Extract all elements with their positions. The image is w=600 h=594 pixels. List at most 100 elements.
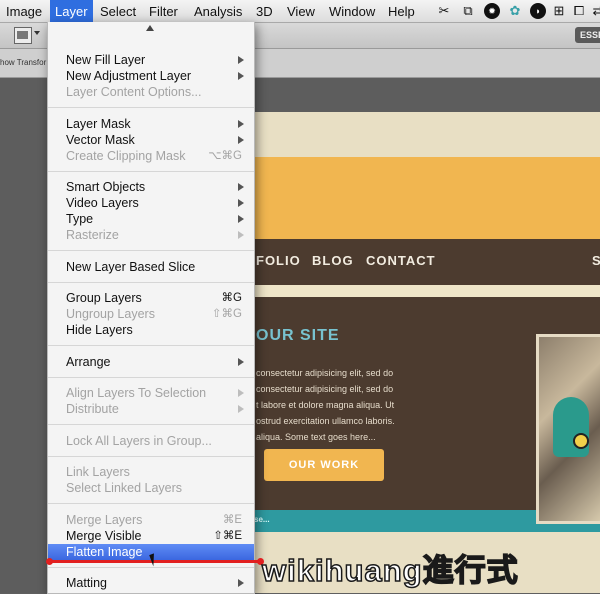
menu-item-label: Select Linked Layers (66, 481, 183, 495)
menu-separator (48, 345, 254, 346)
menu-item-ungroup-layers: Ungroup Layers ⇧⌘G (48, 306, 254, 322)
puzzle-icon[interactable]: ⧉ (460, 3, 476, 19)
arrows-icon[interactable]: ⇄ (590, 3, 600, 19)
menu-3d[interactable]: 3D (251, 0, 278, 22)
menu-item-matting[interactable]: Matting (48, 575, 254, 591)
site-header-band (236, 157, 600, 239)
menu-item-label: Layer Mask (66, 116, 131, 131)
menu-item-label: New Fill Layer (66, 53, 146, 67)
menu-item-label: Create Clipping Mask (66, 148, 186, 163)
grid-icon[interactable]: ⊞ (551, 3, 567, 19)
menu-item-smart-objects[interactable]: Smart Objects (48, 179, 254, 195)
menu-item-label: Arrange (66, 354, 111, 369)
menu-view[interactable]: View (282, 0, 320, 22)
menu-item-label: Vector Mask (66, 132, 135, 147)
menubar: Image Layer Select Filter Analysis 3D Vi… (0, 0, 600, 23)
menu-item-shortcut: ⇧⌘E (213, 529, 242, 542)
nav-search: S (592, 253, 600, 268)
menu-item-merge-visible[interactable]: Merge Visible ⇧⌘E (48, 528, 254, 544)
submenu-arrow-icon (238, 357, 244, 366)
hero-line: consectetur adipisicing elit, sed do (256, 368, 394, 378)
hero-line: ostrud exercitation ullamco laboris. (256, 416, 395, 426)
menu-item-label: Hide Layers (66, 323, 133, 337)
menu-separator (48, 170, 254, 172)
menu-item-shortcut: ⌥⌘G (208, 149, 242, 162)
menu-item-new-fill-layer[interactable]: New Fill Layer (48, 52, 254, 68)
menu-item-arrange[interactable]: Arrange (48, 354, 254, 370)
menu-item-label: New Adjustment Layer (66, 69, 192, 83)
menu-item-label: Video Layers (66, 196, 139, 210)
menu-separator (48, 455, 254, 457)
menu-separator (48, 107, 254, 108)
menu-item-vector-mask[interactable]: Vector Mask (48, 132, 254, 148)
menu-item-lock-all-layers-in-group: Lock All Layers in Group... (48, 433, 254, 449)
shield-icon[interactable]: ◗ (530, 3, 546, 19)
menu-item-label: Link Layers (66, 465, 130, 479)
window-icon[interactable]: ⧠ (571, 3, 587, 19)
menu-help[interactable]: Help (383, 0, 420, 22)
menu-item-layer-content-options: Layer Content Options... (48, 84, 254, 100)
layer-menu-dropdown: New Fill Layer New Adjustment Layer Layer … (47, 22, 255, 594)
menu-separator (48, 376, 254, 378)
menu-analysis[interactable]: Analysis (189, 0, 247, 22)
menu-filter[interactable]: Filter (144, 0, 183, 22)
menu-item-label: Distribute (66, 402, 119, 416)
menu-item-label: New Layer Based Slice (66, 259, 196, 274)
menu-item-shortcut: ⇧⌘G (211, 308, 242, 320)
menu-item-label: Merge Visible (66, 528, 142, 543)
tool-preset-icon[interactable] (14, 27, 32, 44)
menu-item-select-linked-layers: Select Linked Layers (48, 480, 254, 496)
submenu-arrow-icon (238, 135, 244, 144)
nav-contact: CONTACT (366, 253, 436, 268)
menu-item-type[interactable]: Type (48, 211, 254, 227)
menu-item-hide-layers[interactable]: Hide Layers (48, 322, 254, 338)
menu-separator (48, 566, 254, 568)
hero-line: t labore et dolore magna aliqua. Ut (256, 400, 395, 410)
menu-image[interactable]: Image (1, 0, 47, 22)
menu-item-label: Rasterize (66, 228, 119, 242)
submenu-arrow-icon (238, 119, 244, 128)
menu-item-new-layer-based-slice[interactable]: New Layer Based Slice (48, 259, 254, 275)
submenu-arrow-icon (238, 56, 244, 64)
menu-item-label: Matting (66, 576, 107, 590)
menu-layer[interactable]: Layer (50, 0, 93, 22)
menu-item-shortcut: ⌘E (222, 513, 242, 526)
menu-item-group-layers[interactable]: Group Layers ⌘G (48, 290, 254, 306)
menu-item-label: Align Layers To Selection (66, 386, 207, 400)
menu-item-shortcut: ⌘G (221, 292, 242, 304)
nav-blog: BLOG (312, 253, 354, 268)
menu-separator (48, 250, 254, 251)
menu-item-label: Group Layers (66, 291, 142, 305)
menu-select[interactable]: Select (95, 0, 141, 22)
submenu-arrow-icon (238, 199, 244, 207)
menu-item-label: Layer Content Options... (66, 85, 202, 99)
menu-item-label: Ungroup Layers (66, 307, 155, 321)
hero-line: consectetur adipisicing elit, sed do (256, 384, 394, 394)
scroll-up-arrow-icon[interactable] (146, 25, 154, 31)
submenu-arrow-icon (238, 72, 244, 80)
show-transform-controls-label[interactable]: how Transfor (0, 58, 46, 67)
menu-item-rasterize: Rasterize (48, 227, 254, 243)
document-preview[interactable]: FOLIO BLOG CONTACT S OUR SITE consectetu… (236, 112, 600, 593)
soccer-ball-icon[interactable]: ✹ (484, 3, 500, 19)
menu-item-label: Lock All Layers in Group... (66, 433, 212, 448)
mask-eye (573, 433, 589, 449)
menu-item-video-layers[interactable]: Video Layers (48, 195, 254, 211)
site-divider-band (236, 285, 600, 297)
menu-window[interactable]: Window (324, 0, 380, 22)
submenu-arrow-icon (238, 405, 244, 413)
scissors-icon[interactable]: ✂ (436, 3, 452, 19)
watermark: wikihuang進行式 (261, 552, 519, 589)
menu-separator (48, 424, 254, 425)
chevron-down-icon[interactable] (34, 31, 40, 35)
submenu-arrow-icon (238, 183, 244, 191)
workspace-switcher[interactable]: ESSE (575, 27, 600, 43)
menu-item-label: Type (66, 212, 94, 226)
submenu-arrow-icon (238, 231, 244, 239)
flower-icon[interactable]: ✿ (507, 3, 523, 19)
menu-item-new-adjustment-layer[interactable]: New Adjustment Layer (48, 68, 254, 84)
submenu-arrow-icon (238, 579, 244, 587)
menu-item-create-clipping-mask: Create Clipping Mask ⌥⌘G (48, 148, 254, 164)
menu-item-layer-mask[interactable]: Layer Mask (48, 116, 254, 132)
our-work-button: OUR WORK (264, 449, 384, 481)
